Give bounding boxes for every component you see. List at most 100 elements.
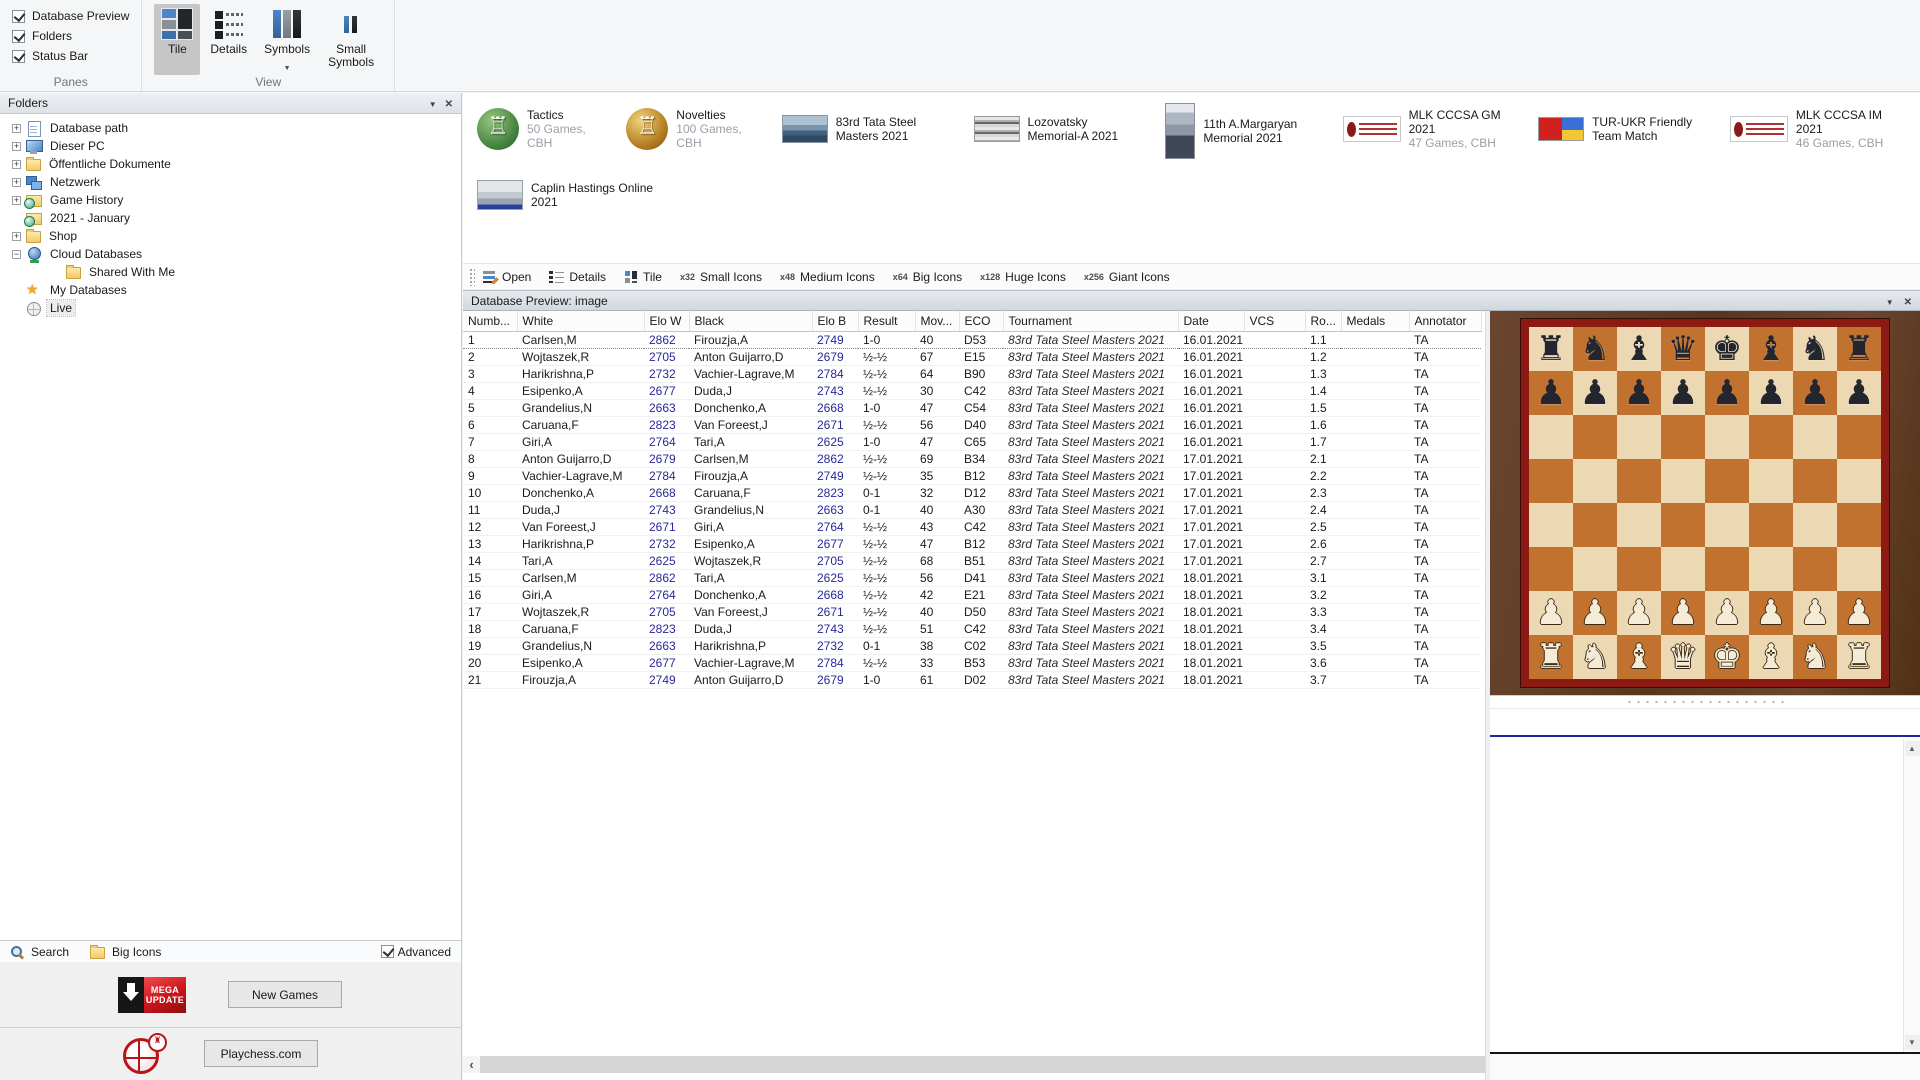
board-square[interactable]: ♜ [1529,327,1573,371]
column-header-mov[interactable]: Mov... [915,311,960,332]
game-row[interactable]: 12 Van Foreest,J 2671 Giri,A 2764 ½-½ 43 C42 83r… [463,518,1481,536]
toolbar-big-icons-button[interactable]: x64 Big Icons [893,270,962,284]
board-square[interactable] [1529,503,1573,547]
board-square[interactable] [1573,415,1617,459]
board-square[interactable]: ♟ [1749,371,1793,415]
db-tile-mlk-cccsa-gm-2021[interactable]: MLK CCCSA GM 2021 47 Games, CBH [1337,101,1521,157]
board-square[interactable]: ♟ [1573,591,1617,635]
board-square[interactable]: ♜ [1529,635,1573,679]
tree-expander-icon[interactable] [12,177,21,187]
board-square[interactable]: ♝ [1749,327,1793,371]
folder-item-netzwerk[interactable]: Netzwerk [0,173,461,191]
folder-item-database-path[interactable]: Database path [0,119,461,137]
board-square[interactable] [1529,459,1573,503]
pane-toggle-database-preview[interactable]: Database Preview [12,9,129,23]
mega-update-logo[interactable]: MEGA UPDATE [118,976,186,1013]
column-header-elo-w[interactable]: Elo W [644,311,690,332]
board-square[interactable] [1705,547,1749,591]
folder-item-shop[interactable]: Shop [0,227,461,245]
view-details-button[interactable]: Details [203,4,254,75]
board-square[interactable] [1661,503,1705,547]
column-header-white[interactable]: White [517,311,645,332]
board-square[interactable]: ♟ [1705,591,1749,635]
board-square[interactable]: ♟ [1837,591,1881,635]
column-header-annotator[interactable]: Annotator [1409,311,1482,332]
close-icon[interactable] [445,96,453,110]
folder-item-shared-with-me[interactable]: Shared With Me [0,263,461,281]
board-square[interactable]: ♟ [1529,371,1573,415]
game-row[interactable]: 4 Esipenko,A 2677 Duda,J 2743 ½-½ 30 C42 83rd Ta… [463,382,1481,400]
toolbar-open-button[interactable]: Open [483,270,531,284]
board-square[interactable] [1617,503,1661,547]
board-square[interactable] [1617,547,1661,591]
folder-item-2021-january[interactable]: 2021 - January [0,209,461,227]
board-square[interactable] [1793,547,1837,591]
board-square[interactable]: ♟ [1661,591,1705,635]
db-tile-novelties[interactable]: Novelties100 Games, CBH [620,101,763,157]
db-tile-caplin-hastings-online-2021[interactable]: Caplin Hastings Online 2021 [471,167,667,223]
folder-item-cloud-databases[interactable]: Cloud Databases [0,245,461,263]
db-tile-lozovatsky-memorial-a-2021[interactable]: Lozovatsky Memorial-A 2021 [968,101,1148,157]
tree-expander-icon[interactable] [12,231,21,241]
column-header-result[interactable]: Result [858,311,916,332]
board-square[interactable]: ♞ [1573,327,1617,371]
view-tile-button[interactable]: Tile [154,4,201,75]
board-square[interactable] [1749,547,1793,591]
board-square[interactable]: ♛ [1661,327,1705,371]
db-tile-83rd-tata-steel-masters-2021[interactable]: 83rd Tata Steel Masters 2021 [776,101,956,157]
board-square[interactable]: ♝ [1617,327,1661,371]
board-square[interactable] [1705,503,1749,547]
board-square[interactable] [1749,503,1793,547]
board-square[interactable] [1793,415,1837,459]
board-square[interactable] [1661,415,1705,459]
toolbar-medium-icons-button[interactable]: x48 Medium Icons [780,270,875,284]
board-square[interactable]: ♟ [1749,591,1793,635]
pane-menu-icon[interactable] [429,96,437,110]
board-square[interactable] [1617,415,1661,459]
tree-expander-icon[interactable] [12,123,21,133]
game-row[interactable]: 20 Esipenko,A 2677 Vachier-Lagrave,M 2784 ½-½… [463,654,1481,672]
game-row[interactable]: 2 Wojtaszek,R 2705 Anton Guijarro,D 2679 ½-½ 6… [463,348,1481,366]
toolbar-giant-icons-button[interactable]: x256 Giant Icons [1084,270,1170,284]
board-square[interactable]: ♟ [1661,371,1705,415]
board-square[interactable]: ♛ [1661,635,1705,679]
board-square[interactable] [1529,547,1573,591]
board-square[interactable]: ♟ [1617,591,1661,635]
new-games-button[interactable]: New Games [228,981,342,1008]
board-square[interactable]: ♜ [1837,635,1881,679]
search-label[interactable]: Search [31,945,69,959]
tree-expander-icon[interactable] [12,195,21,205]
tree-expander-icon[interactable] [12,141,21,151]
column-header-elo-b[interactable]: Elo B [812,311,859,332]
folder-item-game-history[interactable]: Game History [0,191,461,209]
scroll-left-icon[interactable] [463,1056,480,1073]
column-header-medals[interactable]: Medals [1341,311,1410,332]
game-row[interactable]: 5 Grandelius,N 2663 Donchenko,A 2668 1-0 47 C54… [463,399,1481,417]
game-row[interactable]: 16 Giri,A 2764 Donchenko,A 2668 ½-½ 42 E21 83rd … [463,586,1481,604]
board-square[interactable] [1705,459,1749,503]
board-square[interactable]: ♟ [1837,371,1881,415]
view-mode-label[interactable]: Big Icons [112,945,161,959]
board-square[interactable] [1793,503,1837,547]
scrollbar-track[interactable] [480,1056,1485,1073]
tree-expander-icon[interactable] [12,159,21,169]
board-square[interactable] [1793,459,1837,503]
board-square[interactable]: ♝ [1749,635,1793,679]
folder-item-live[interactable]: Live [0,299,461,317]
board-square[interactable] [1617,459,1661,503]
toolbar-details-button[interactable]: Details [549,270,606,284]
board-square[interactable]: ♜ [1837,327,1881,371]
playchess-button[interactable]: Playchess.com [204,1040,318,1067]
game-row[interactable]: 21 Firouzja,A 2749 Anton Guijarro,D 2679 1-0 6… [463,671,1481,689]
board-square[interactable]: ♞ [1573,635,1617,679]
toolbar-small-icons-button[interactable]: x32 Small Icons [680,270,762,284]
game-row[interactable]: 13 Harikrishna,P 2732 Esipenko,A 2677 ½-½ 47 B1… [463,535,1481,553]
db-tile-11th-a-margaryan-memorial-2021[interactable]: 11th A.Margaryan Memorial 2021 [1159,101,1324,161]
board-square[interactable]: ♝ [1617,635,1661,679]
column-header-ro[interactable]: Ro... [1305,311,1342,332]
board-square[interactable]: ♟ [1617,371,1661,415]
board-square[interactable]: ♞ [1793,635,1837,679]
game-row[interactable]: 14 Tari,A 2625 Wojtaszek,R 2705 ½-½ 68 B51 83rd … [463,552,1481,570]
folder-item-dieser-pc[interactable]: Dieser PC [0,137,461,155]
game-row[interactable]: 1 Carlsen,M 2862 Firouzja,A 2749 1-0 40 D53 83rd… [463,330,1481,349]
